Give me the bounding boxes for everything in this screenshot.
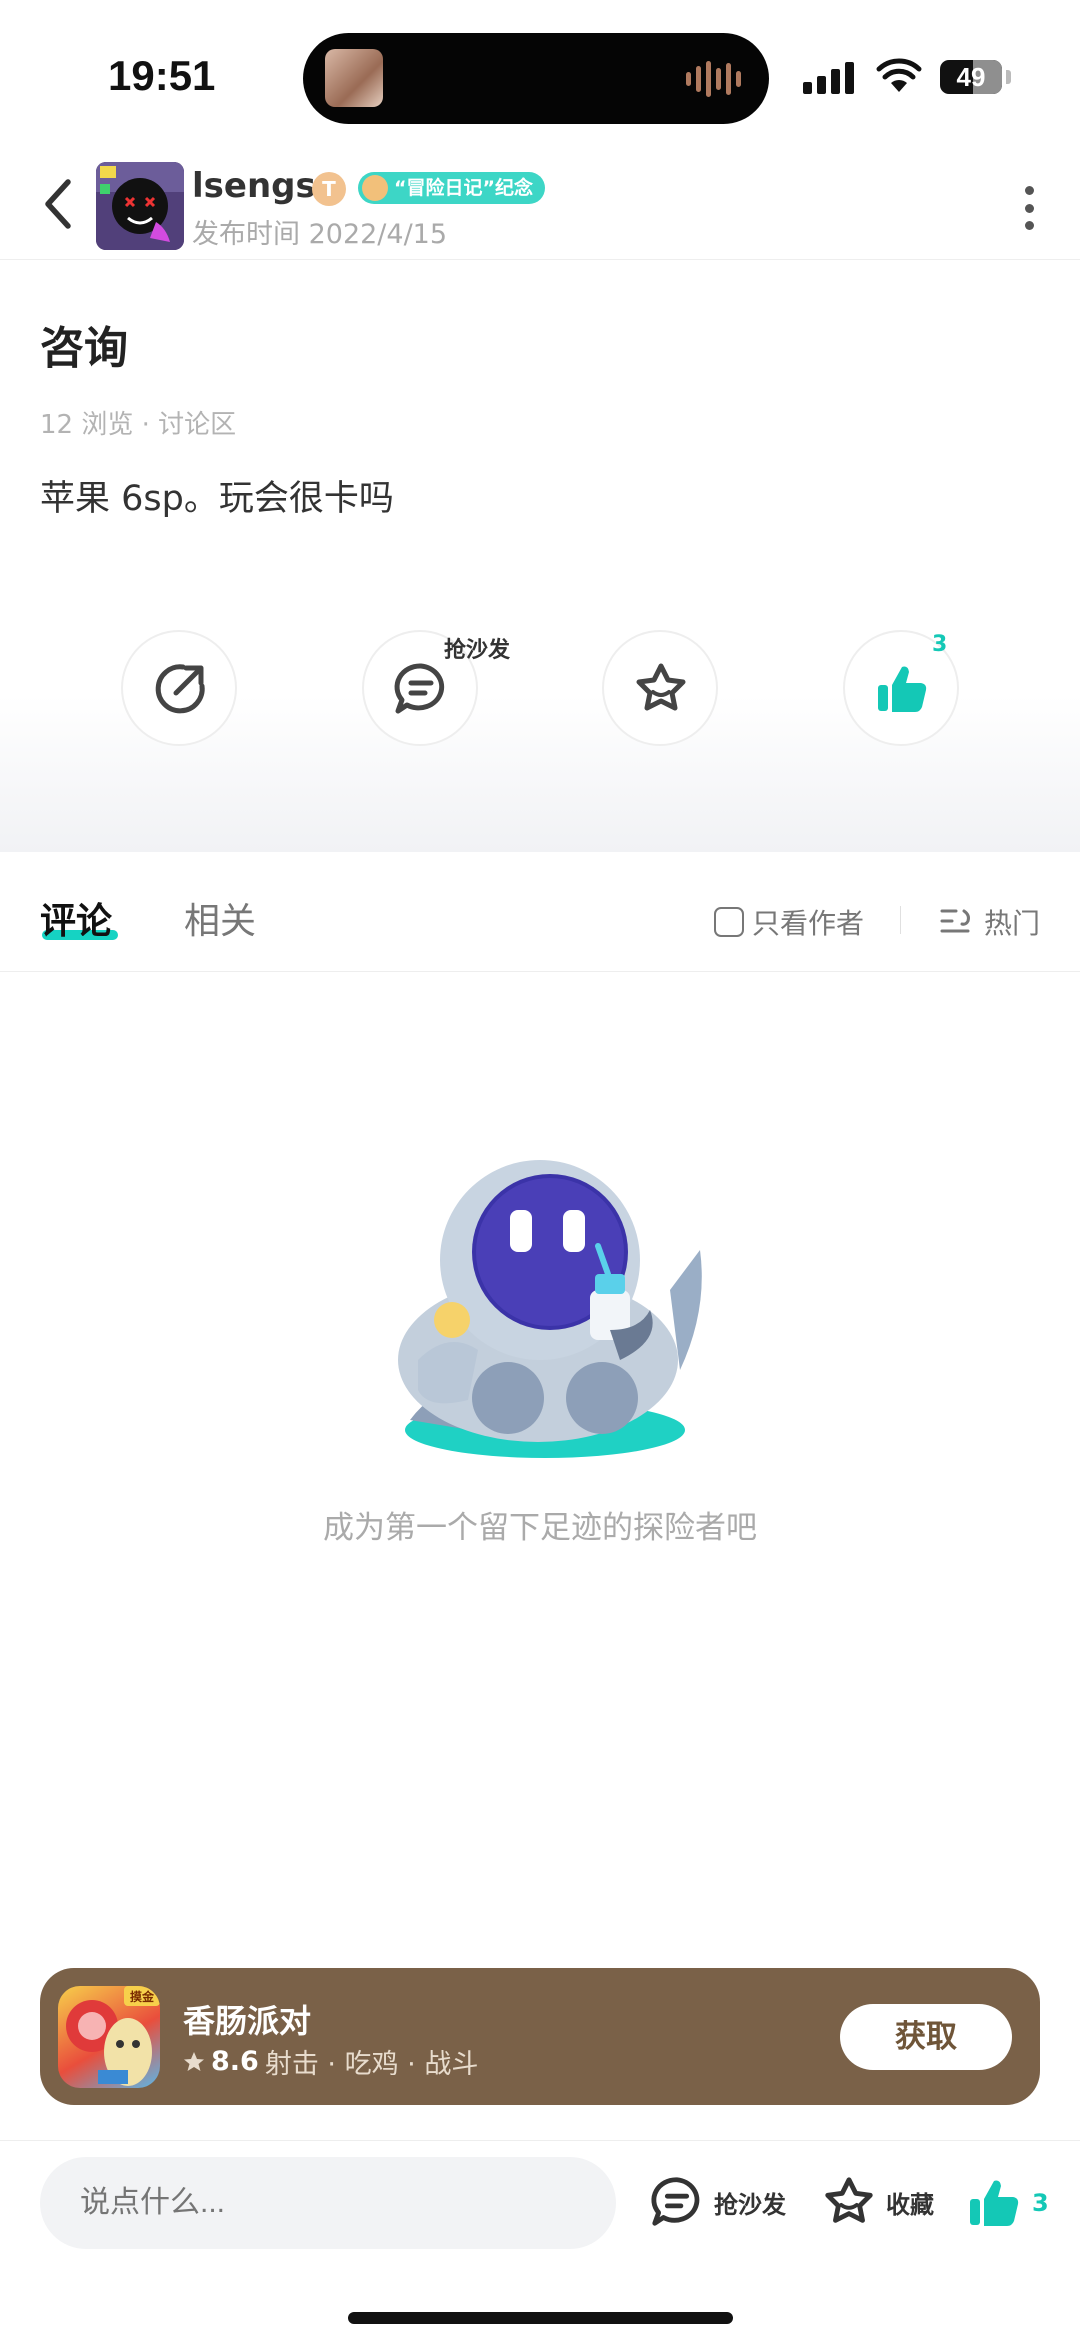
star-icon — [636, 663, 686, 711]
game-icon: 摸金 — [58, 1986, 160, 2088]
post-title: 咨询 — [40, 323, 128, 374]
only-author-filter[interactable]: 只看作者 — [714, 902, 864, 942]
star-icon — [825, 2177, 873, 2223]
game-name: 香肠派对 — [183, 2002, 312, 2040]
cookie-icon — [362, 175, 388, 201]
like-count: 3 — [932, 632, 948, 657]
sort-label: 热门 — [984, 907, 1041, 940]
post-actions: 抢沙发 3 — [0, 590, 1080, 852]
share-button[interactable] — [121, 630, 237, 746]
battery-icon: 49 — [940, 60, 1002, 94]
battery-level: 49 — [956, 62, 986, 92]
bottom-like-button[interactable]: 3 — [964, 2173, 1049, 2233]
achievement-badge-label: “冒险日记”纪念 — [394, 177, 533, 199]
more-options-button[interactable] — [1014, 186, 1044, 230]
status-time: 19:51 — [108, 52, 216, 99]
astronaut-illustration — [398, 1160, 702, 1458]
only-author-label: 只看作者 — [752, 907, 865, 940]
thumbs-up-icon — [970, 2180, 1019, 2226]
author-avatar[interactable] — [96, 162, 184, 250]
game-icon-tag: 摸金 — [130, 1989, 155, 2004]
cellular-signal-icon — [803, 60, 854, 94]
share-icon — [155, 664, 205, 714]
game-tags: 射击 · 吃鸡 · 战斗 — [264, 2049, 479, 2080]
thumbs-up-icon — [878, 666, 927, 712]
comment-icon — [651, 2177, 700, 2226]
home-indicator[interactable] — [348, 2312, 733, 2324]
divider — [900, 906, 901, 934]
bottom-like-count: 3 — [1032, 2189, 1049, 2217]
only-author-checkbox[interactable] — [714, 907, 744, 937]
post-meta: 12 浏览 · 讨论区 — [40, 410, 237, 440]
sort-hot-button[interactable]: 热门 — [940, 902, 1040, 942]
dynamic-island[interactable] — [303, 33, 769, 124]
publish-time: 发布时间 2022/4/15 — [192, 219, 448, 250]
tab-comments[interactable]: 评论 — [40, 892, 112, 944]
comment-tabs: 评论 相关 只看作者 热门 — [0, 852, 1080, 972]
rating-star-icon — [184, 2051, 204, 2071]
game-meta: 8.6 射击 · 吃鸡 · 战斗 — [183, 2042, 478, 2081]
author-level-badge: T — [312, 172, 346, 206]
post-header: lsengs T “冒险日记”纪念 发布时间 2022/4/15 — [0, 150, 1080, 260]
bottom-comment-button[interactable]: 抢沙发 — [648, 2173, 786, 2231]
audio-waveform-icon — [686, 59, 741, 99]
back-button[interactable] — [36, 174, 82, 234]
now-playing-thumbnail — [325, 49, 383, 107]
author-name[interactable]: lsengs — [192, 166, 316, 206]
favorite-button[interactable] — [602, 630, 718, 746]
bottom-sofa-label: 抢沙发 — [714, 2190, 786, 2219]
status-bar: 19:51 49 — [0, 0, 1080, 150]
game-score: 8.6 — [211, 2046, 259, 2077]
empty-state-text: 成为第一个留下足迹的探险者吧 — [323, 1510, 757, 1546]
get-game-button[interactable]: 获取 — [840, 2004, 1012, 2070]
comment-input[interactable] — [40, 2157, 616, 2249]
game-promo-card[interactable]: 摸金 香肠派对 8.6 射击 · 吃鸡 · 战斗 获取 — [40, 1968, 1040, 2105]
wifi-icon — [876, 58, 922, 92]
bottom-favorite-label: 收藏 — [886, 2190, 934, 2219]
bottom-favorite-button[interactable]: 收藏 — [820, 2173, 934, 2231]
comment-icon — [394, 663, 445, 714]
post-body: 苹果 6sp。玩会很卡吗 — [40, 479, 394, 519]
sofa-badge: 抢沙发 — [444, 638, 511, 663]
tab-related[interactable]: 相关 — [184, 892, 256, 944]
sort-icon — [940, 909, 970, 933]
achievement-badge[interactable]: “冒险日记”纪念 — [358, 172, 545, 204]
